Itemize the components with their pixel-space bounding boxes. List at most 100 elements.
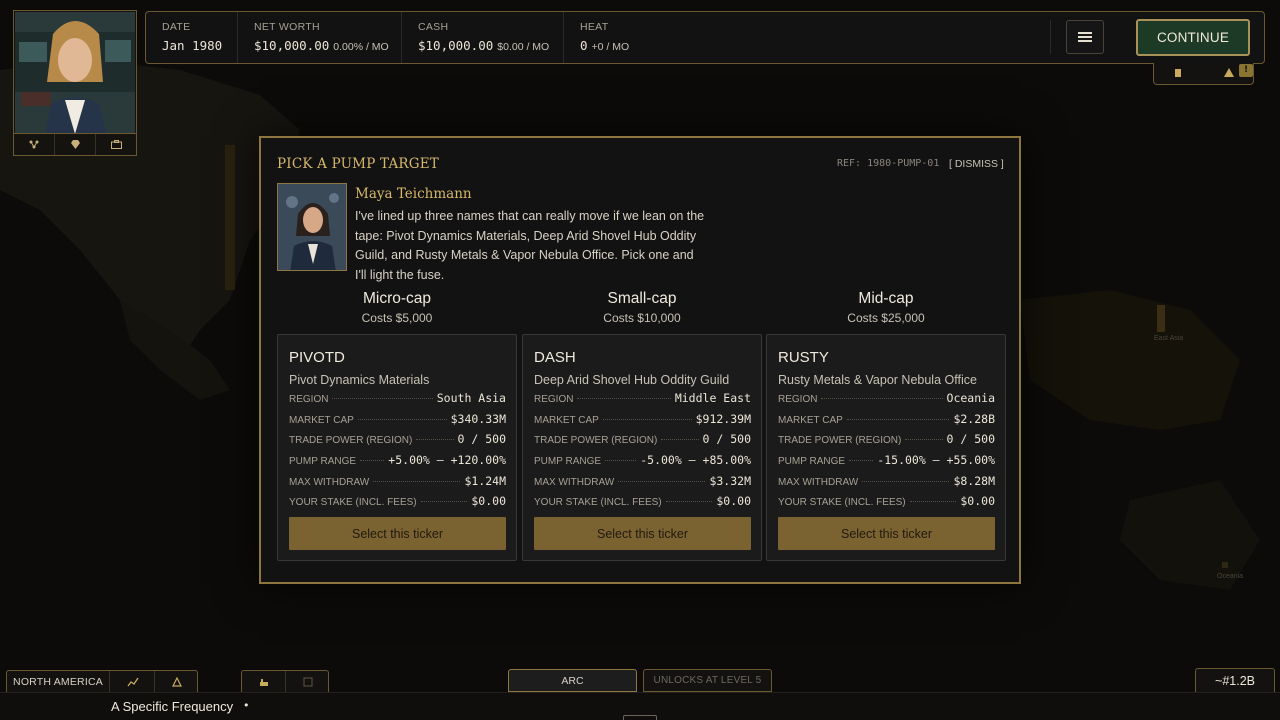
bar-divider	[1050, 20, 1051, 54]
pump-target-modal: PICK A PUMP TARGET REF: 1980-PUMP-01 [ D…	[259, 136, 1021, 584]
tier-name: Small-cap	[607, 290, 677, 307]
ticker-card-pivotd: PIVOTD Pivot Dynamics Materials REGION So…	[277, 334, 517, 561]
arc-tab[interactable]: ARC	[508, 669, 637, 692]
npc-message: I've lined up three names that can reall…	[355, 209, 705, 282]
row-label: YOUR STAKE (INCL. FEES)	[778, 497, 906, 509]
row-stake: YOUR STAKE (INCL. FEES) $0.00	[534, 494, 751, 515]
tier-cost: Costs $10,000	[603, 311, 681, 325]
row-market-cap: MARKET CAP $912.39M	[534, 412, 751, 433]
row-value: $340.33M	[450, 411, 506, 426]
map-label-east-asia: East Asia	[1154, 335, 1184, 342]
tool-selector	[241, 670, 330, 693]
network-icon[interactable]	[14, 134, 55, 155]
dismiss-button[interactable]: [ DISMISS ]	[949, 158, 1004, 170]
row-pump-range: PUMP RANGE -5.00% – +85.00%	[534, 453, 751, 474]
row-value: South Asia	[436, 391, 506, 405]
net-worth-delta: 0.00% / MO	[333, 41, 389, 53]
hamburger-icon	[1078, 32, 1092, 42]
calendar-icon[interactable]	[286, 671, 330, 693]
company-name: Pivot Dynamics Materials	[289, 373, 430, 387]
tier-name: Micro-cap	[362, 290, 432, 307]
heat-label: HEAT	[580, 21, 609, 33]
ticker-card-dash: DASH Deep Arid Shovel Hub Oddity Guild R…	[522, 334, 762, 561]
row-stake: YOUR STAKE (INCL. FEES) $0.00	[778, 494, 995, 515]
population-counter: ~#1.2B	[1195, 668, 1275, 692]
date-label: DATE	[162, 21, 191, 33]
row-label: YOUR STAKE (INCL. FEES)	[534, 497, 662, 509]
stats-bar: DATE Jan 1980 NET WORTH $10,000.00 0.00% …	[145, 11, 1265, 64]
row-value: 0 / 500	[946, 432, 995, 447]
tier-mid-cap: Mid-cap Costs $25,000	[766, 290, 1006, 325]
row-stake: YOUR STAKE (INCL. FEES) $0.00	[289, 494, 506, 515]
row-value: $1.24M	[464, 473, 506, 488]
notification-tray[interactable]: !	[1153, 63, 1254, 85]
select-ticker-button[interactable]: Select this ticker	[534, 517, 751, 550]
cash-label: CASH	[418, 21, 449, 33]
locked-tab: UNLOCKS AT LEVEL 5	[643, 669, 772, 692]
player-portrait-panel[interactable]	[13, 10, 137, 156]
row-label: MAX WITHDRAW	[778, 476, 859, 488]
date-value: Jan 1980	[162, 38, 223, 53]
cash-value: $10,000.00	[418, 38, 494, 53]
npc-portrait	[277, 183, 347, 271]
heat-delta: +0 / MO	[591, 41, 630, 53]
tier-name: Mid-cap	[858, 290, 914, 307]
row-value: $3.32M	[709, 473, 751, 488]
row-region: REGION Oceania	[778, 391, 995, 412]
row-label: MARKET CAP	[289, 414, 354, 426]
building-icon[interactable]	[155, 671, 199, 693]
row-market-cap: MARKET CAP $340.33M	[289, 412, 506, 433]
ticker-symbol: PIVOTD	[289, 349, 345, 366]
continue-button[interactable]: CONTINUE	[1136, 19, 1250, 56]
ticker-symbol: RUSTY	[778, 349, 829, 366]
row-market-cap: MARKET CAP $2.28B	[778, 412, 995, 433]
tier-small-cap: Small-cap Costs $10,000	[522, 290, 762, 325]
row-label: TRADE POWER (REGION)	[778, 435, 902, 447]
house-icon[interactable]	[1224, 68, 1234, 77]
row-label: YOUR STAKE (INCL. FEES)	[289, 497, 417, 509]
now-playing-track[interactable]: A Specific Frequency	[111, 699, 233, 714]
document-icon[interactable]	[1175, 69, 1181, 77]
cash-delta: $0.00 / MO	[497, 41, 550, 53]
select-ticker-button[interactable]: Select this ticker	[778, 517, 995, 550]
briefcase-icon[interactable]	[96, 134, 136, 155]
row-trade-power: TRADE POWER (REGION) 0 / 500	[289, 432, 506, 453]
hand-icon[interactable]	[242, 671, 286, 693]
diamond-icon[interactable]	[55, 134, 96, 155]
row-value: Oceania	[946, 391, 995, 405]
stat-net-worth: NET WORTH $10,000.00 0.00% / MO	[238, 12, 402, 63]
row-value: $0.00	[716, 494, 751, 509]
row-max-withdraw: MAX WITHDRAW $3.32M	[534, 474, 751, 495]
chart-icon[interactable]	[111, 671, 155, 693]
modal-ref: REF: 1980-PUMP-01	[837, 158, 940, 169]
net-worth-label: NET WORTH	[254, 21, 320, 33]
ticker-symbol: DASH	[534, 349, 576, 366]
select-ticker-button[interactable]: Select this ticker	[289, 517, 506, 550]
region-tab[interactable]: NORTH AMERICA	[7, 671, 110, 693]
row-label: TRADE POWER (REGION)	[534, 435, 658, 447]
row-value: $912.39M	[695, 411, 751, 426]
row-value: $0.00	[471, 494, 506, 509]
alert-badge[interactable]: !	[1239, 64, 1253, 77]
row-value: $8.28M	[953, 473, 995, 488]
stat-date: DATE Jan 1980	[146, 12, 238, 63]
row-label: REGION	[534, 394, 574, 405]
tier-micro-cap: Micro-cap Costs $5,000	[277, 290, 517, 325]
modal-title: PICK A PUMP TARGET	[277, 156, 440, 172]
menu-button[interactable]	[1066, 20, 1104, 54]
row-value: 0 / 500	[457, 432, 506, 447]
stat-cash: CASH $10,000.00 $0.00 / MO	[402, 12, 564, 63]
drawer-handle[interactable]	[623, 715, 657, 720]
row-label: PUMP RANGE	[534, 456, 602, 468]
tier-cost: Costs $5,000	[361, 311, 433, 325]
player-portrait[interactable]	[15, 12, 135, 134]
row-pump-range: PUMP RANGE +5.00% – +120.00%	[289, 453, 506, 474]
row-value: $0.00	[960, 494, 995, 509]
row-label: PUMP RANGE	[778, 456, 846, 468]
npc-name: Maya Teichmann	[355, 186, 472, 202]
row-value: Middle East	[674, 391, 751, 405]
company-name: Deep Arid Shovel Hub Oddity Guild	[534, 373, 730, 387]
row-label: MAX WITHDRAW	[534, 476, 615, 488]
row-value: -15.00% – +55.00%	[877, 453, 995, 468]
row-region: REGION Middle East	[534, 391, 751, 412]
